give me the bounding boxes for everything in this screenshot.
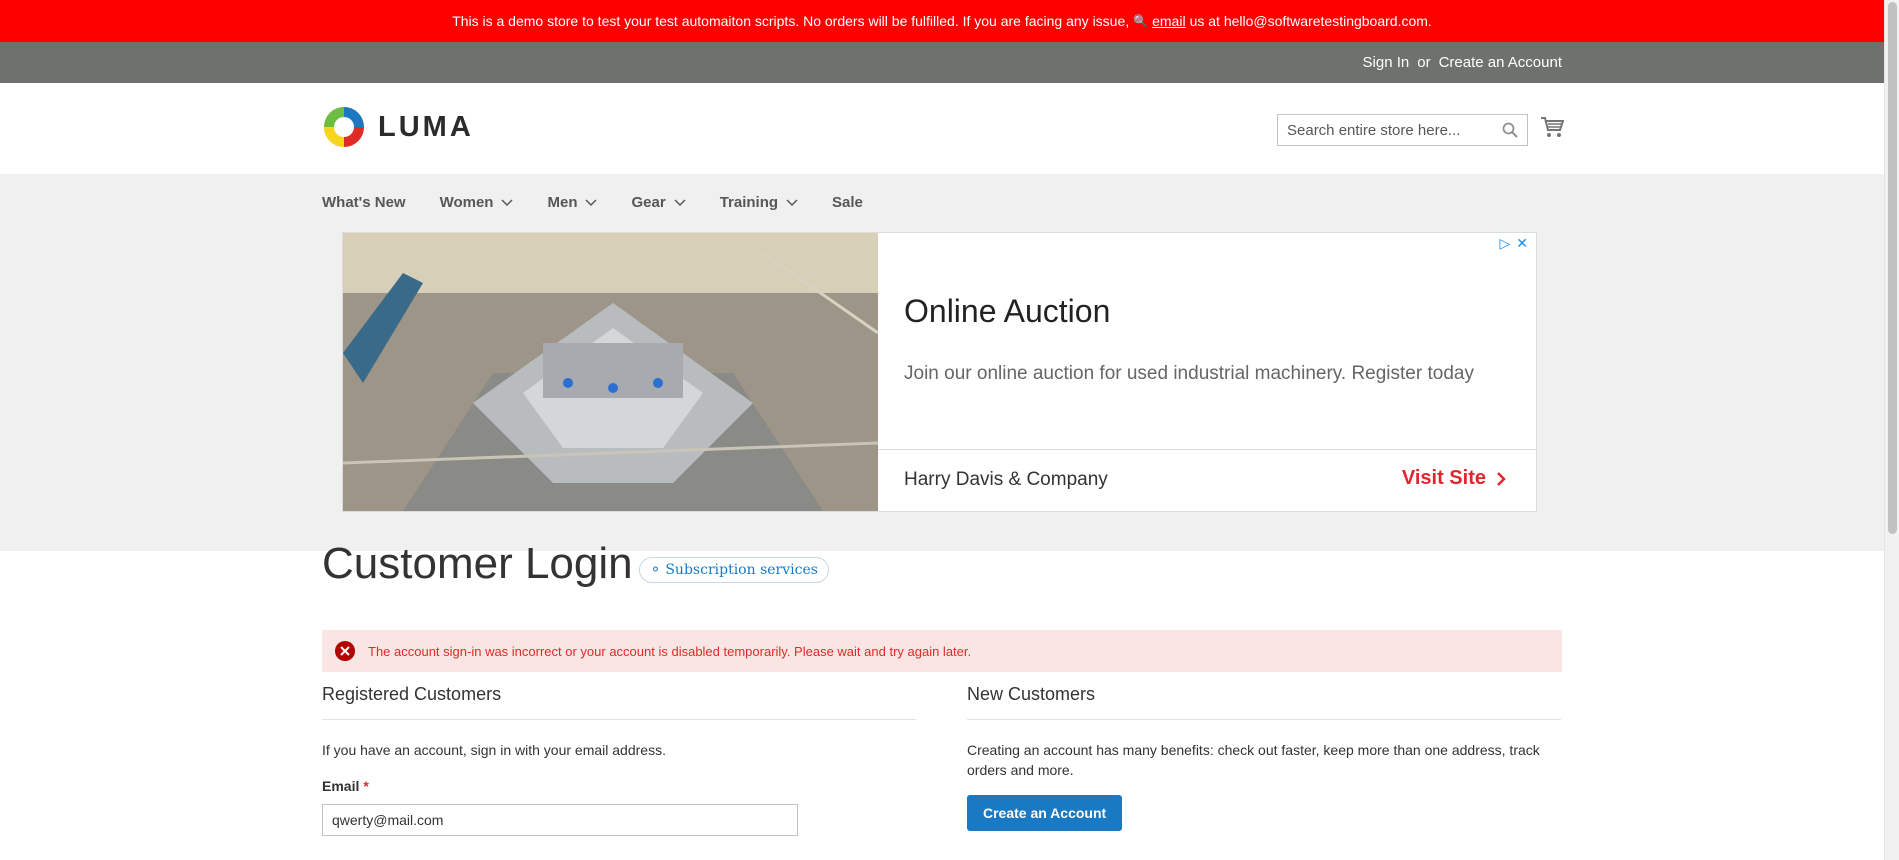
demo-notice-text: This is a demo store to test your test a… <box>452 13 1130 29</box>
nav-item-men[interactable]: Men <box>547 194 598 211</box>
demo-notice-bar: This is a demo store to test your test a… <box>0 0 1884 42</box>
close-icon[interactable]: ✕ <box>1516 235 1528 252</box>
nav-item-sale[interactable]: Sale <box>832 194 863 211</box>
registered-intro: If you have an account, sign in with you… <box>322 742 666 758</box>
header-links: Sign In or Create an Account <box>322 42 1562 83</box>
email-label: Email * <box>322 778 916 794</box>
or-separator: or <box>1417 54 1431 71</box>
required-asterisk: * <box>363 778 369 794</box>
luma-logo-icon <box>324 107 364 147</box>
nav-item-gear[interactable]: Gear <box>631 194 686 211</box>
ad-content[interactable]: ▷ ✕ Online Auction Join our online aucti… <box>878 233 1536 511</box>
ad-image[interactable] <box>343 233 878 511</box>
search-placeholder: Search entire store here... <box>1287 121 1461 139</box>
chevron-down-icon <box>674 198 686 206</box>
cart-icon[interactable] <box>1540 115 1564 139</box>
create-account-button[interactable]: Create an Account <box>967 795 1123 831</box>
visit-site-button[interactable]: Visit Site <box>1402 467 1506 490</box>
chevron-down-icon <box>786 198 798 206</box>
ad-divider <box>878 449 1536 450</box>
new-customers-heading: New Customers <box>967 680 1561 720</box>
subscription-services-label: Subscription services <box>665 562 818 578</box>
search-icon[interactable] <box>1502 122 1518 138</box>
ad-banner[interactable]: ▷ ✕ Online Auction Join our online aucti… <box>342 232 1537 512</box>
demo-notice-suffix: us at hello@softwaretestingboard.com. <box>1189 13 1432 29</box>
nav-label: Men <box>547 194 578 211</box>
luma-logo-text: LUMA <box>378 110 474 143</box>
ad-title[interactable]: Online Auction <box>904 293 1110 330</box>
nav-label: Training <box>719 194 779 211</box>
subscription-services-badge[interactable]: ⚬ Subscription services <box>638 557 829 583</box>
page-title: Customer Login <box>322 539 633 588</box>
ad-choices[interactable]: ▷ ✕ <box>1499 235 1528 252</box>
ad-description[interactable]: Join our online auction for used industr… <box>904 363 1474 385</box>
ad-choices-icon[interactable]: ▷ <box>1499 235 1510 252</box>
nav-label: Women <box>439 194 494 211</box>
error-text: The account sign-in was incorrect or you… <box>368 643 972 659</box>
registered-customers-block: Registered Customers If you have an acco… <box>322 680 916 836</box>
nav-item-whats-new[interactable]: What's New <box>322 194 406 211</box>
chevron-down-icon <box>585 198 598 206</box>
header-panel: Sign In or Create an Account <box>0 42 1884 83</box>
email-field[interactable]: qwerty@mail.com <box>322 804 798 836</box>
nav-label: What's New <box>322 194 406 211</box>
search-input[interactable]: Search entire store here... <box>1277 114 1528 146</box>
navigation: What's New Women Men Gear Training Sale … <box>0 174 1884 551</box>
email-link[interactable]: email <box>1152 13 1185 29</box>
ad-company[interactable]: Harry Davis & Company <box>904 469 1108 491</box>
luma-logo[interactable]: LUMA <box>322 105 474 149</box>
email-value: qwerty@mail.com <box>332 812 444 828</box>
sign-in-link[interactable]: Sign In <box>1363 54 1410 71</box>
scrollbar-thumb[interactable] <box>1888 2 1897 534</box>
machinery-photo <box>343 233 878 511</box>
create-account-link[interactable]: Create an Account <box>1439 54 1562 71</box>
nav-item-women[interactable]: Women <box>440 194 514 211</box>
nav-item-training[interactable]: Training <box>720 194 798 211</box>
tag-icon: ⚬ <box>649 562 662 578</box>
nav-label: Sale <box>832 194 863 211</box>
magnifier-icon: 🔍 <box>1133 14 1149 28</box>
chevron-right-icon <box>1497 471 1506 486</box>
page-title-wrapper: Customer Login ⚬ Subscription services <box>322 539 829 589</box>
new-customers-block: New Customers Creating an account has ma… <box>967 680 1561 831</box>
nav-label: Gear <box>631 194 666 211</box>
vertical-scrollbar[interactable] <box>1884 0 1899 860</box>
registered-customers-heading: Registered Customers <box>322 680 916 720</box>
error-message: The account sign-in was incorrect or you… <box>322 630 1562 672</box>
error-icon <box>335 641 355 661</box>
visit-site-label: Visit Site <box>1401 467 1486 489</box>
email-label-text: Email <box>322 778 360 794</box>
nav-menu: What's New Women Men Gear Training Sale <box>322 174 1562 231</box>
chevron-down-icon <box>501 198 514 206</box>
new-customers-intro: Creating an account has many benefits: c… <box>967 742 1540 778</box>
page: This is a demo store to test your test a… <box>0 0 1884 860</box>
header-content: LUMA Search entire store here... <box>322 83 1564 174</box>
